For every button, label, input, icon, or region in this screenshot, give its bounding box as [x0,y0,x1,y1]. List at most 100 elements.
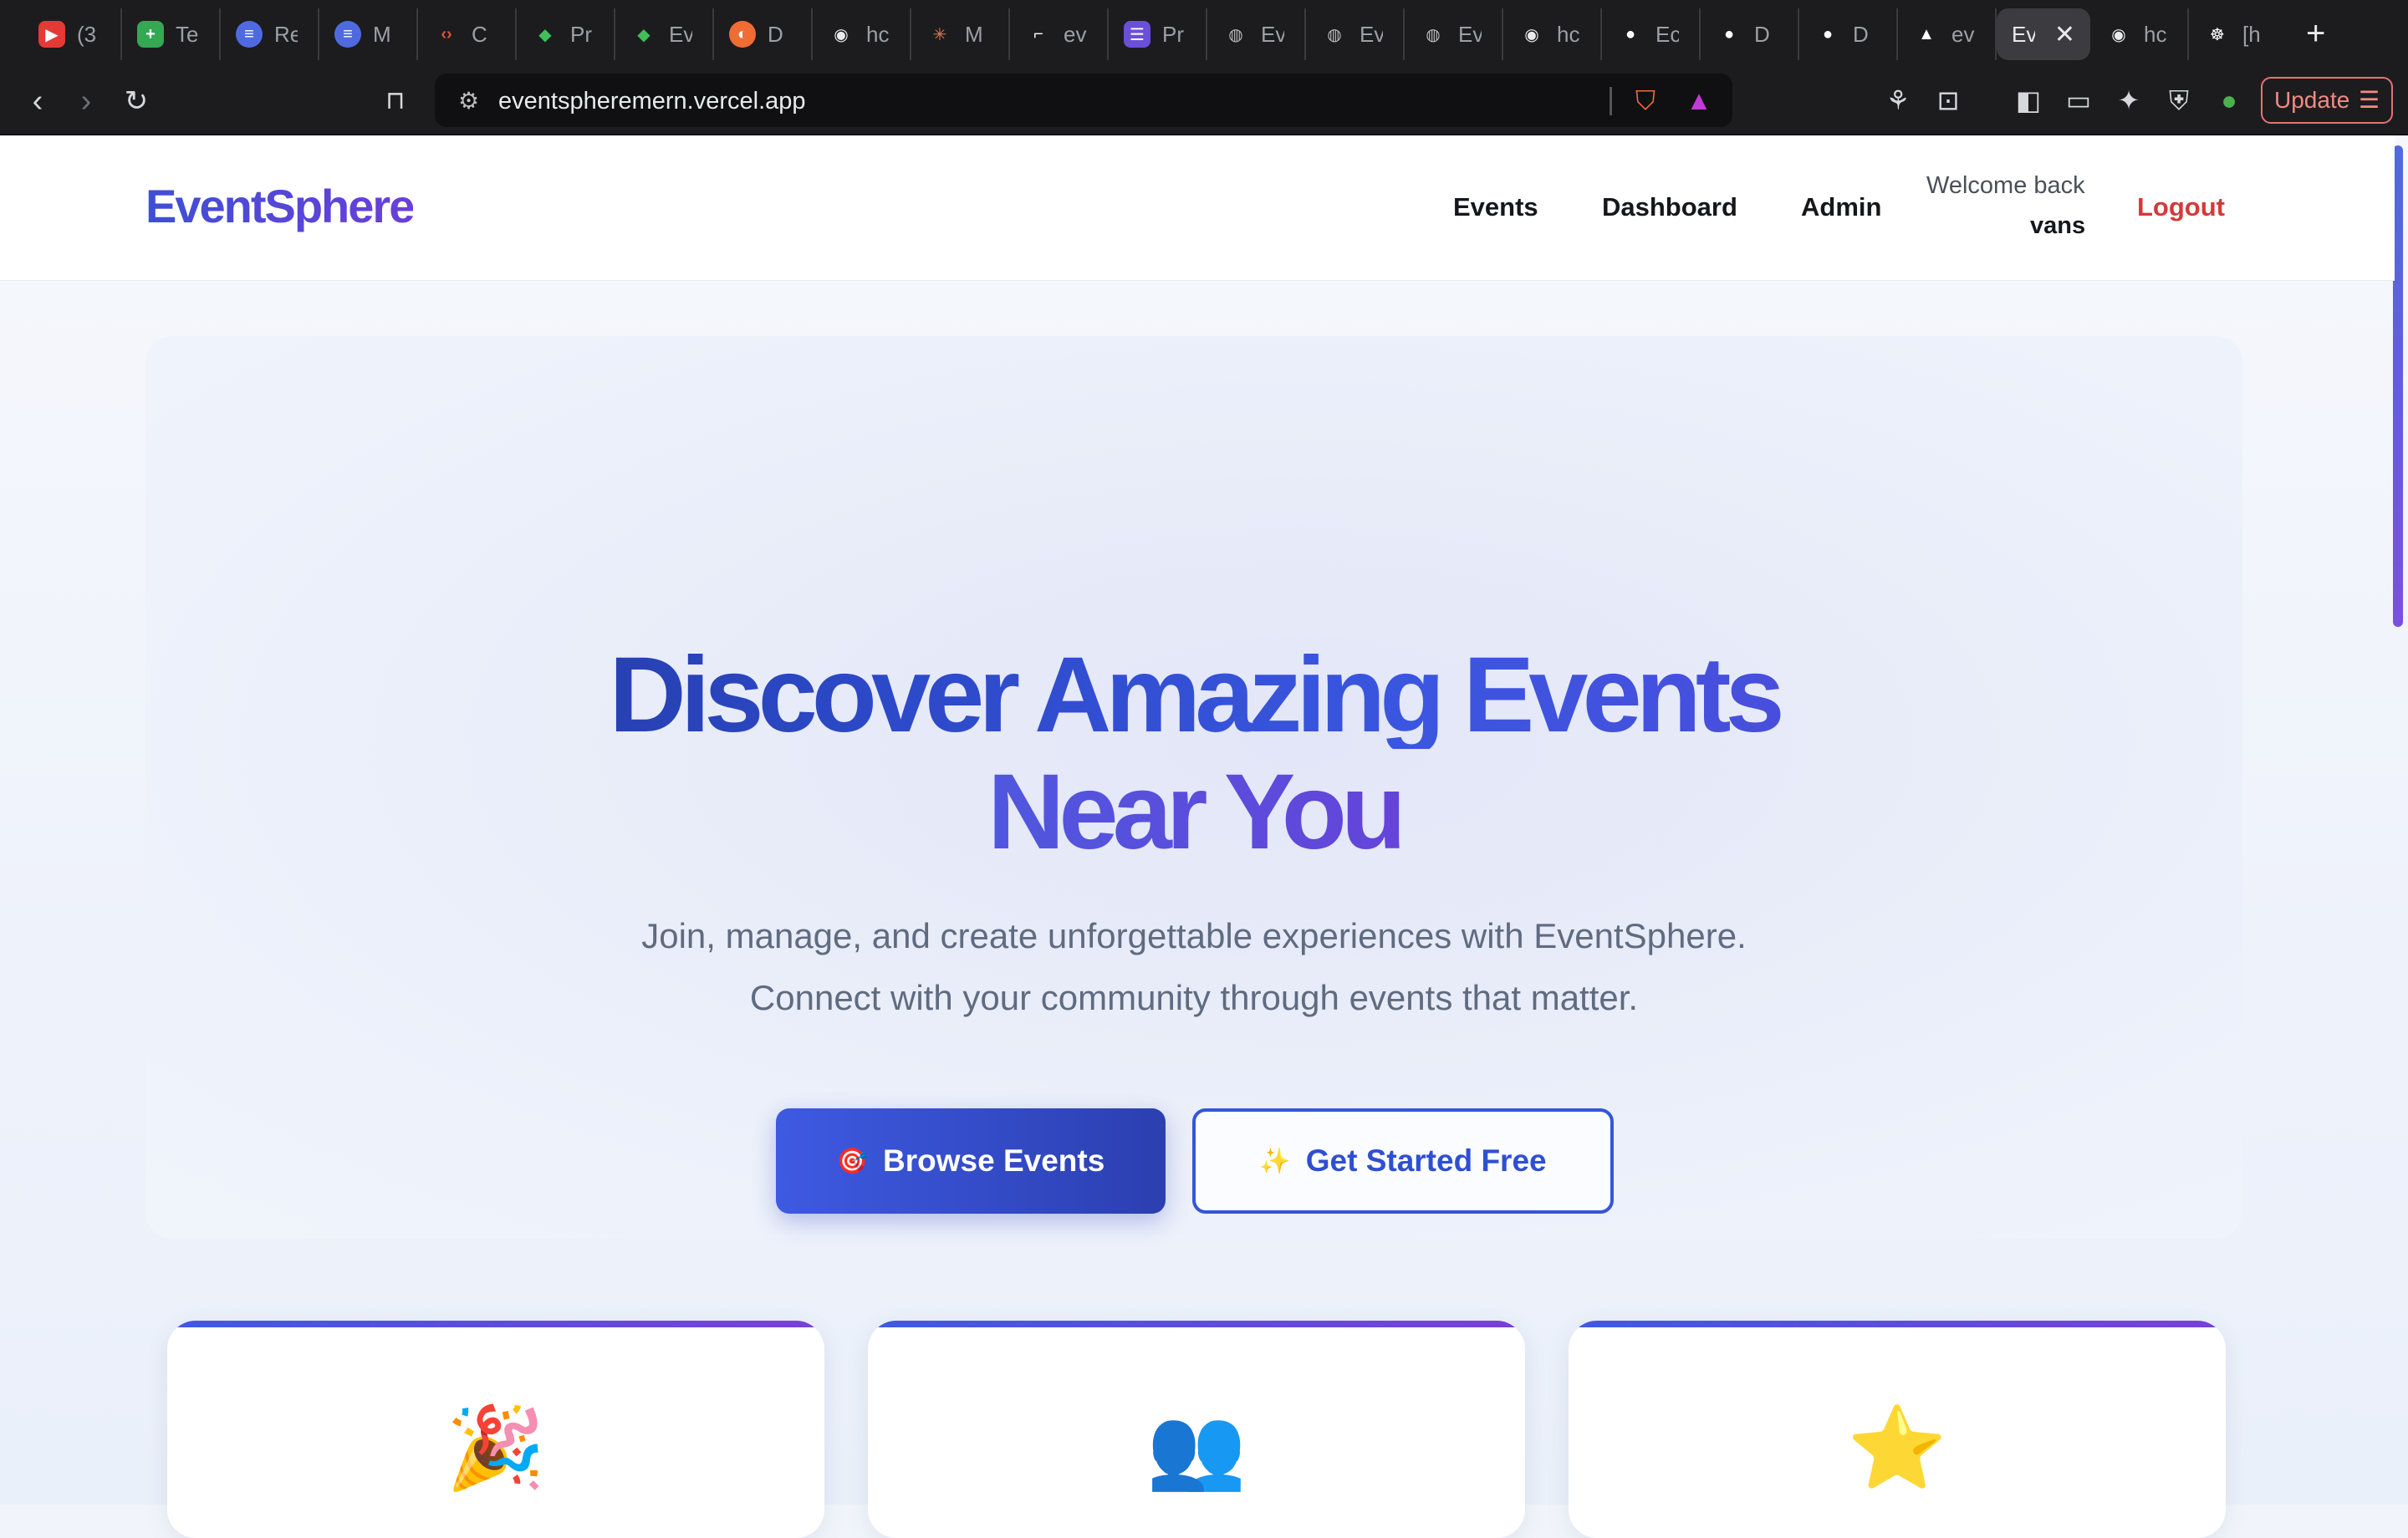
brave-rewards-icon[interactable]: ▲ [1682,84,1716,117]
target-icon: 🎯 [836,1147,869,1175]
browser-tab[interactable]: ▲ ev [1898,8,1997,60]
url-text[interactable]: eventspheremern.vercel.app [498,88,806,115]
tab-title: Pr [1162,21,1184,47]
youtube-icon: ▶ [38,21,65,48]
browser-tab[interactable]: ● Ec [1602,8,1701,60]
profile-icon[interactable]: ● [2212,84,2246,117]
browser-tab[interactable]: ☸ [h [2189,8,2288,60]
menu-icon[interactable]: ☰ [2359,79,2380,122]
browser-tab[interactable]: ◍ Ev [1306,8,1405,60]
tab-title: Ev [2012,21,2035,47]
nav-link-dashboard[interactable]: Dashboard [1602,192,1737,222]
forward-icon[interactable]: › [67,82,105,120]
site-navbar: EventSphere Events Dashboard Admin Welco… [0,135,2395,281]
browse-events-label: Browse Events [883,1143,1105,1178]
nav-link-admin[interactable]: Admin [1801,192,1881,222]
browser-tab[interactable]: + Te [122,8,221,60]
browser-tab[interactable]: ◉ hc [2090,8,2189,60]
back-icon[interactable]: ‹ [18,82,57,120]
list-icon: ☰ [1124,21,1150,48]
tab-title: hc [1557,21,1580,47]
tab-title: M [965,21,983,47]
tab-title: (3 [77,21,97,47]
browser-tab[interactable]: ● D [1799,8,1898,60]
app-icon: ☸ [2210,25,2225,44]
browser-tab[interactable]: ≡ Re [221,8,319,60]
browse-events-button[interactable]: 🎯 Browse Events [776,1108,1166,1214]
tab-title: hc [866,21,890,47]
browser-tab-bar: ▶(3 +Te ≡Re ≡M ‹›C ◆Pr ◆Ev ◐D ◉hc ✳M ⌐ev… [0,0,2408,67]
brave-shield-icon[interactable]: ⛉ [1629,84,1662,117]
browser-tab[interactable]: ⌐ ev [1010,8,1109,60]
leo-ai-icon[interactable]: ✦ [2112,84,2145,117]
doc-icon: ≡ [236,21,263,48]
update-button[interactable]: Update ☰ [2261,77,2393,124]
wallet-icon[interactable]: ▭ [2062,84,2095,117]
shield-icon: ◉ [1524,25,1539,44]
address-bar[interactable]: ⚙ eventspheremern.vercel.app ⛉ ▲ [435,74,1732,127]
close-icon[interactable]: ✕ [2054,20,2075,49]
sidebar-icon[interactable]: ◧ [2012,84,2045,117]
browser-tab[interactable]: ‹› C [418,8,517,60]
leaf-icon: ◆ [637,25,650,44]
tab-title: Ev [1261,21,1284,47]
shield-icon: ◉ [2111,25,2126,44]
browser-tab[interactable]: ◆ Ev [615,8,714,60]
browser-tab[interactable]: ◐ D [714,8,813,60]
tab-title: C [472,21,487,47]
tab-title: Ev [669,21,692,47]
vercel-icon: ▲ [1918,24,1935,43]
get-started-label: Get Started Free [1305,1143,1547,1178]
tab-title: hc [2144,21,2167,47]
tab-title: M [373,21,391,47]
tab-title: ev [1064,21,1087,47]
globe-icon: ◍ [1228,25,1243,44]
link-icon: ⌐ [1033,24,1043,43]
tab-title: Pr [570,21,592,47]
browser-tab[interactable]: ☰ Pr [1109,8,1207,60]
address-divider [1610,87,1612,115]
reload-icon[interactable]: ↻ [117,82,156,120]
new-tab-button[interactable]: + [2306,15,2325,53]
tab-title: ev [1951,21,1975,47]
welcome-text: Welcome back [1926,172,2085,199]
hero-section: Discover Amazing Events [145,336,2242,1239]
tab-title: Te [176,21,199,47]
browser-tab[interactable]: ≡ M [319,8,418,60]
extensions-icon[interactable]: ⚘ [1881,84,1915,117]
github-icon: ● [1625,24,1636,43]
nav-link-events[interactable]: Events [1453,192,1538,222]
tab-title: D [768,21,783,47]
tab-title: Ev [1458,21,1482,47]
tab-title: Re [274,21,298,47]
username: vans [2030,212,2086,239]
sparkles-icon: ✨ [1259,1147,1291,1175]
tab-title: D [1754,21,1770,47]
tab-title: Ev [1360,21,1383,47]
browser-tab[interactable]: ✳ M [911,8,1010,60]
browser-tab[interactable]: ◆ Pr [517,8,615,60]
logout-button[interactable]: Logout [2137,192,2225,222]
browser-tab[interactable]: ◉ hc [813,8,911,60]
update-label: Update [2274,87,2350,113]
browser-tab[interactable]: ● D [1701,8,1799,60]
browser-tab[interactable]: ▶ (3 [23,8,122,60]
postman-icon: ◐ [729,21,756,48]
bookmark-icon[interactable]: ⊓ [376,82,415,120]
globe-icon: ◍ [1426,25,1441,44]
site-logo[interactable]: EventSphere [145,179,415,233]
vpn-icon[interactable]: ⛨ [2162,84,2196,117]
browser-tab[interactable]: ◍ Ev [1405,8,1503,60]
tab-title: D [1853,21,1869,47]
leaf-icon: ◆ [538,25,552,44]
reader-icon[interactable]: ⊡ [1931,84,1965,117]
shield-icon: ◉ [834,25,849,44]
site-settings-icon[interactable]: ⚙ [458,87,479,115]
code-icon: ‹› [441,24,452,43]
browser-tab-active[interactable]: Ev ✕ [1997,8,2090,60]
browser-tab[interactable]: ◉ hc [1503,8,1602,60]
browser-tab[interactable]: ◍ Ev [1207,8,1306,60]
tab-title: [h [2242,21,2261,47]
globe-icon: ◍ [1327,25,1342,44]
get-started-button[interactable]: ✨ Get Started Free [1192,1108,1614,1214]
